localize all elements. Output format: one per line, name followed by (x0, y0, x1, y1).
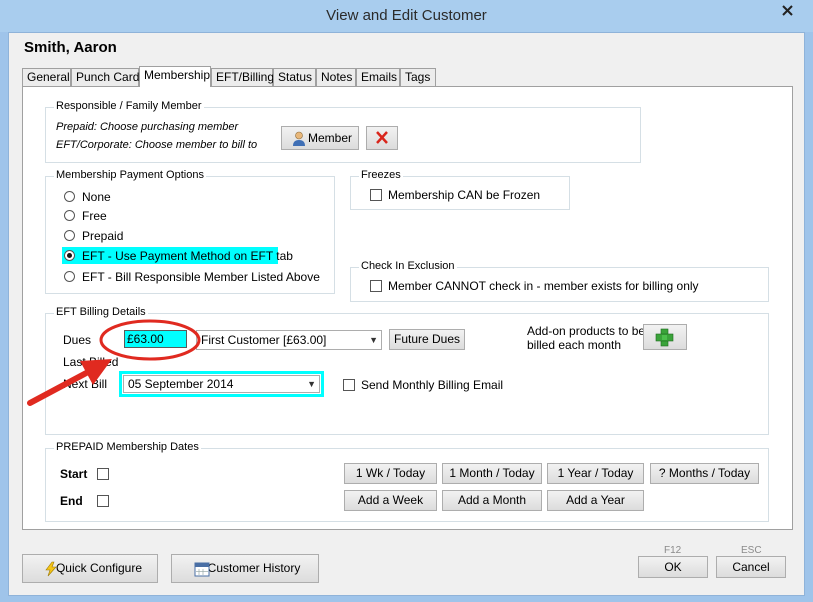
window-title: View and Edit Customer (326, 7, 487, 24)
person-icon (293, 131, 305, 146)
tab-general[interactable]: General (22, 68, 71, 86)
tab-eft-billing[interactable]: EFT/Billing (211, 68, 274, 86)
membership-tab-panel: Responsible / Family Member Prepaid: Cho… (22, 86, 793, 530)
end-label: End (60, 494, 83, 508)
next-bill-select[interactable]: 05 September 2014 ▼ (123, 375, 320, 393)
tab-status[interactable]: Status (273, 68, 316, 86)
radio-none[interactable] (64, 191, 75, 202)
months-today-button[interactable]: ? Months / Today (650, 463, 759, 484)
responsible-member-group: Responsible / Family Member Prepaid: Cho… (45, 100, 641, 163)
red-x-icon (376, 131, 388, 144)
future-dues-button[interactable]: Future Dues (389, 329, 465, 350)
one-month-today-button[interactable]: 1 Month / Today (442, 463, 542, 484)
clear-member-button[interactable] (366, 126, 398, 150)
dues-input[interactable]: £63.00 (124, 330, 187, 348)
last-billed-label: Last Billed (63, 355, 119, 369)
freezes-legend: Freezes (359, 169, 403, 181)
responsible-member-legend: Responsible / Family Member (54, 100, 204, 112)
customer-history-label: Customer History (207, 561, 301, 575)
radio-free-label: Free (82, 209, 107, 223)
add-year-button[interactable]: Add a Year (547, 490, 644, 511)
one-week-today-button[interactable]: 1 Wk / Today (344, 463, 437, 484)
can-be-frozen-checkbox[interactable] (370, 189, 382, 201)
choose-member-label: Member (308, 131, 353, 145)
next-bill-label: Next Bill (63, 377, 108, 391)
tab-emails[interactable]: Emails (356, 68, 400, 86)
radio-eft-payment-method[interactable] (64, 250, 75, 261)
quick-configure-label: Quick Configure (55, 561, 143, 575)
tab-notes[interactable]: Notes (316, 68, 356, 86)
dues-plan-select[interactable]: First Customer [£63.00] ▼ (196, 330, 382, 350)
chevron-down-icon: ▼ (369, 335, 378, 345)
checkin-exclusion-group: Check In Exclusion Member CANNOT check i… (350, 260, 769, 302)
send-billing-email-checkbox[interactable] (343, 379, 355, 391)
ok-button[interactable]: OK (638, 556, 708, 578)
checkin-exclusion-legend: Check In Exclusion (359, 260, 457, 272)
next-bill-value: 05 September 2014 (128, 377, 234, 391)
radio-none-label: None (82, 190, 111, 204)
addon-products-label-line1: Add-on products to be (527, 324, 646, 338)
choose-member-button[interactable]: Member (281, 126, 359, 150)
tab-membership[interactable]: Membership (139, 66, 211, 87)
radio-free[interactable] (64, 210, 75, 221)
ok-shortcut-label: F12 (664, 545, 682, 556)
close-icon (782, 5, 793, 16)
freezes-group: Freezes Membership CAN be Frozen (350, 169, 570, 210)
dues-plan-value: First Customer [£63.00] (201, 333, 327, 347)
can-be-frozen-label: Membership CAN be Frozen (388, 188, 541, 202)
radio-eft-bill-responsible-label: EFT - Bill Responsible Member Listed Abo… (82, 270, 320, 284)
add-month-button[interactable]: Add a Month (442, 490, 542, 511)
prepaid-dates-group: PREPAID Membership Dates Start End 1 Wk … (45, 441, 769, 522)
radio-prepaid-label: Prepaid (82, 229, 124, 243)
eft-instruction: EFT/Corporate: Choose member to bill to (56, 139, 258, 151)
payment-options-legend: Membership Payment Options (54, 169, 206, 181)
lightning-icon (45, 561, 57, 577)
add-week-button[interactable]: Add a Week (344, 490, 437, 511)
prepaid-dates-legend: PREPAID Membership Dates (54, 441, 201, 453)
cannot-check-in-checkbox[interactable] (370, 280, 382, 292)
eft-billing-group: EFT Billing Details Dues £63.00 First Cu… (45, 306, 769, 435)
customer-name: Smith, Aaron (24, 39, 117, 56)
customer-history-button[interactable]: Customer History (171, 554, 319, 583)
cancel-button[interactable]: Cancel (716, 556, 786, 578)
start-label: Start (60, 467, 88, 481)
send-billing-email-label: Send Monthly Billing Email (361, 378, 504, 392)
tab-tags[interactable]: Tags (400, 68, 436, 86)
end-checkbox[interactable] (97, 495, 109, 507)
start-checkbox[interactable] (97, 468, 109, 480)
add-addon-button[interactable] (643, 324, 687, 350)
tab-punch-card[interactable]: Punch Card (71, 68, 139, 86)
one-year-today-button[interactable]: 1 Year / Today (547, 463, 644, 484)
chevron-down-icon: ▼ (307, 379, 316, 389)
radio-eft-bill-responsible[interactable] (64, 271, 75, 282)
addon-products-label-line2: billed each month (527, 338, 622, 352)
quick-configure-button[interactable]: Quick Configure (22, 554, 158, 583)
cancel-shortcut-label: ESC (741, 545, 762, 556)
eft-billing-legend: EFT Billing Details (54, 306, 148, 318)
calendar-icon (194, 562, 210, 577)
prepaid-instruction: Prepaid: Choose purchasing member (56, 121, 239, 133)
plus-icon (655, 328, 674, 347)
radio-eft-payment-method-label: EFT - Use Payment Method on EFT tab (82, 249, 293, 263)
dues-label: Dues (63, 333, 92, 347)
cannot-check-in-label: Member CANNOT check in - member exists f… (388, 279, 699, 293)
payment-options-group: Membership Payment Options None Free Pre… (45, 169, 335, 294)
close-window-button[interactable] (767, 0, 807, 20)
radio-prepaid[interactable] (64, 230, 75, 241)
